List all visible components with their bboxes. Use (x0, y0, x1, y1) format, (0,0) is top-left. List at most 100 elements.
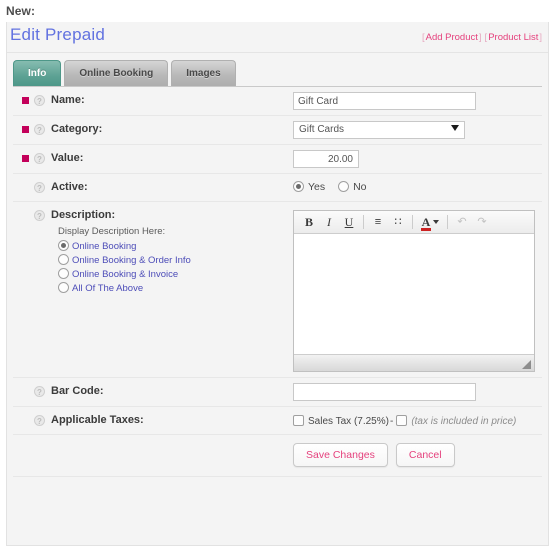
bold-icon[interactable]: B (299, 213, 319, 232)
editor-content-area[interactable] (294, 234, 534, 354)
form-row-bar-code: ? Bar Code: (13, 378, 542, 407)
bar-code-label-cell: ? Bar Code: (13, 378, 293, 404)
active-label-cell: ? Active: (13, 174, 293, 200)
redo-icon[interactable]: ↷ (472, 213, 492, 232)
help-icon-name[interactable]: ? (34, 95, 45, 106)
bracket-close-add: ] (478, 32, 482, 43)
radio-online-booking-order-info[interactable] (58, 254, 69, 265)
description-label-cell: ? Description: Display Description Here:… (13, 202, 293, 308)
radio-no[interactable] (338, 181, 350, 192)
radio-all-of-the-above[interactable] (58, 282, 69, 293)
active-no-label: No (353, 181, 367, 193)
value-input[interactable] (293, 150, 359, 168)
name-field-cell (293, 87, 542, 115)
help-icon-applicable-taxes[interactable]: ? (34, 415, 45, 426)
toolbar-divider-2 (412, 215, 413, 229)
font-color-icon[interactable]: A (417, 213, 443, 232)
active-label: Active: (51, 181, 88, 193)
category-selected-value: Gift Cards (299, 124, 345, 135)
form-row-name: ? Name: (13, 87, 542, 116)
toolbar-divider-3 (447, 215, 448, 229)
edit-prepaid-panel: Edit Prepaid [Add Product] [Product List]… (6, 22, 549, 546)
editor-status-bar (294, 354, 534, 371)
unordered-list-icon[interactable]: ∷ (388, 213, 408, 232)
help-icon-bar-code[interactable]: ? (34, 386, 45, 397)
display-description-group: Display Description Here: Online Booking… (22, 222, 293, 302)
add-product-link[interactable]: Add Product (425, 32, 479, 43)
required-marker-value (22, 155, 29, 162)
display-option-online-booking[interactable]: Online Booking (58, 240, 293, 254)
value-field-cell (293, 145, 542, 173)
display-option-label-1: Online Booking & Order Info (72, 255, 191, 266)
display-option-online-booking-order-info[interactable]: Online Booking & Order Info (58, 254, 293, 268)
form-row-applicable-taxes: ? Applicable Taxes: Sales Tax (7.25%)- (t… (13, 407, 542, 435)
active-yes-label: Yes (308, 181, 326, 193)
title-action-links: [Add Product] [Product List] (422, 32, 542, 43)
radio-yes[interactable] (293, 181, 304, 192)
tab-online-booking[interactable]: Online Booking (64, 60, 169, 86)
page-title: Edit Prepaid (10, 25, 106, 44)
active-option-yes[interactable]: Yes (293, 181, 325, 193)
name-label-cell: ? Name: (13, 87, 293, 113)
active-radio-group: Yes No (293, 179, 542, 193)
form-row-description: ? Description: Display Description Here:… (13, 202, 542, 378)
page-kicker: New: (6, 4, 36, 18)
tax-options: Sales Tax (7.25%)- (tax is included in pr… (293, 412, 542, 427)
required-marker-category (22, 126, 29, 133)
form-row-active: ? Active: Yes No (13, 174, 542, 202)
tab-images[interactable]: Images (171, 60, 236, 86)
required-marker-name (22, 97, 29, 104)
tab-info[interactable]: Info (13, 60, 62, 86)
chevron-down-icon (451, 125, 459, 131)
name-label: Name: (51, 94, 85, 106)
category-label-cell: ? Category: (13, 116, 293, 142)
category-select[interactable]: Gift Cards (293, 121, 465, 139)
tax-included-checkbox[interactable] (396, 415, 408, 426)
italic-icon[interactable]: I (319, 213, 339, 232)
display-option-label-3: All Of The Above (72, 283, 144, 294)
sales-tax-checkbox[interactable] (293, 415, 304, 426)
description-field-cell: B I U ≡ ∷ A ↶ ↷ (293, 202, 542, 377)
help-icon-description[interactable]: ? (34, 210, 45, 221)
tax-included-note: (tax is included in price) (411, 416, 517, 427)
bar-code-input[interactable] (293, 383, 476, 401)
cancel-button[interactable]: Cancel (395, 443, 455, 467)
save-changes-button[interactable]: Save Changes (293, 443, 388, 467)
bar-code-field-cell (293, 378, 542, 406)
display-option-online-booking-invoice[interactable]: Online Booking & Invoice (58, 268, 293, 282)
radio-online-booking[interactable] (58, 240, 69, 251)
action-buttons: Save Changes Cancel (293, 435, 542, 476)
tab-bar: Info Online Booking Images (13, 60, 548, 86)
help-icon-active[interactable]: ? (34, 182, 45, 193)
radio-online-booking-invoice[interactable] (58, 268, 69, 279)
rich-text-editor: B I U ≡ ∷ A ↶ ↷ (293, 210, 535, 372)
form-row-actions: Save Changes Cancel (13, 435, 542, 477)
product-list-link[interactable]: Product List (487, 32, 539, 43)
active-field-cell: Yes No (293, 174, 542, 198)
resize-grip-icon[interactable] (522, 360, 531, 369)
underline-icon[interactable]: U (339, 213, 359, 232)
value-label: Value: (51, 152, 84, 164)
active-option-no[interactable]: No (338, 181, 367, 193)
prepaid-form: ? Name: ? Category: Gift Cards (13, 87, 542, 477)
category-label: Category: (51, 123, 103, 135)
form-row-category: ? Category: Gift Cards (13, 116, 542, 145)
bar-code-label: Bar Code: (51, 385, 104, 397)
actions-cell: Save Changes Cancel (293, 435, 542, 476)
category-field-cell: Gift Cards (293, 116, 542, 144)
ordered-list-icon[interactable]: ≡ (368, 213, 388, 232)
help-icon-category[interactable]: ? (34, 124, 45, 135)
name-input[interactable] (293, 92, 476, 110)
display-option-label-0: Online Booking (72, 241, 137, 252)
undo-icon[interactable]: ↶ (452, 213, 472, 232)
editor-toolbar: B I U ≡ ∷ A ↶ ↷ (294, 211, 534, 234)
toolbar-divider-1 (363, 215, 364, 229)
font-color-letter: A (420, 214, 432, 231)
value-label-cell: ? Value: (13, 145, 293, 171)
help-icon-value[interactable]: ? (34, 153, 45, 164)
display-option-all-of-the-above[interactable]: All Of The Above (58, 282, 293, 296)
form-row-value: ? Value: (13, 145, 542, 174)
font-color-chevron-icon (433, 219, 440, 224)
title-bar: Edit Prepaid [Add Product] [Product List] (7, 22, 548, 53)
display-option-label-2: Online Booking & Invoice (72, 269, 179, 280)
